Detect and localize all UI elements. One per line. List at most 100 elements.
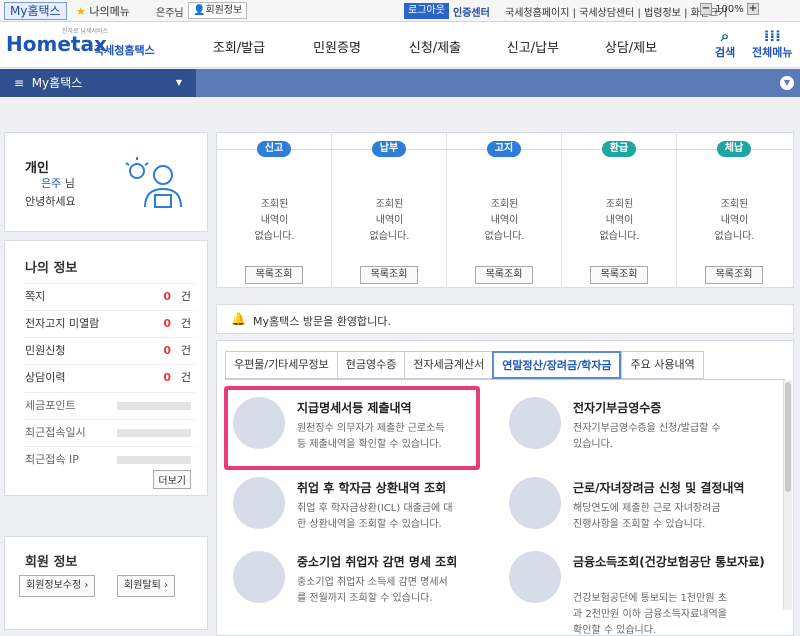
tab-year-end[interactable]: 연말정산/장려금/학자금 <box>492 351 622 379</box>
edit-member-button[interactable]: 회원정보수정 › <box>19 575 96 597</box>
user-idea-icon <box>125 157 182 208</box>
info-row-label: 쪽지 <box>25 290 46 303</box>
my-menu-link[interactable]: ★ 나의메뉴 <box>76 3 130 19</box>
list-view-button[interactable]: 목록조회 <box>245 266 303 284</box>
consult-center-link[interactable]: 국세상담센터 <box>579 8 634 19</box>
notice-bar: 🔔 My홈택스 방문을 환영합니다. <box>216 304 794 334</box>
status-badge: 신고 <box>257 141 291 157</box>
info-row-consult[interactable]: 상담이력 0 건 <box>25 364 195 390</box>
greeting-text: 안녕하세요 <box>25 195 76 208</box>
member-info-button[interactable]: 👤회원정보 <box>188 2 248 19</box>
collapse-icon[interactable]: ▼ <box>780 76 794 90</box>
status-badge: 고지 <box>487 141 521 157</box>
monitor-coin-icon <box>509 551 561 603</box>
tab-mail-misc[interactable]: 우편물/기타세무정보 <box>225 351 337 379</box>
zoom-level: 100% <box>715 4 744 15</box>
chevron-down-icon: ▼ <box>175 78 182 87</box>
info-row-civil[interactable]: 민원신청 0 건 <box>25 337 195 363</box>
nts-homepage-link[interactable]: 국세청홈페이지 <box>505 8 569 19</box>
service-item-desc: 취업 후 학자금상환(ICL) 대출금에 대 한 상환내역을 조회할 수 있습니… <box>297 503 453 530</box>
info-row-count: 0 <box>163 371 171 384</box>
status-message: 조회된 내역이 없습니다. <box>714 199 755 242</box>
status-badge: 체납 <box>717 141 751 157</box>
cert-center-link[interactable]: 인증센터 <box>453 4 490 19</box>
list-view-button[interactable]: 목록조회 <box>590 266 648 284</box>
info-row-enotice[interactable]: 전자고지 미열람 0 건 <box>25 310 195 336</box>
status-message: 조회된 내역이 없습니다. <box>254 199 295 242</box>
wallet-icon <box>509 397 561 449</box>
logo-subtitle: 국세청홈택스 <box>94 44 155 57</box>
search-button[interactable]: ⌕ 검색 <box>715 28 735 60</box>
info-row-label: 민원신청 <box>25 344 66 357</box>
all-menu-button[interactable]: ⁞⁞⁞ 전체메뉴 <box>752 28 792 60</box>
zoom-control: − 100% + <box>700 3 759 15</box>
bell-icon: 🔔 <box>231 312 246 326</box>
redacted-value <box>117 402 191 410</box>
member-info-title: 회원 정보 <box>25 555 78 570</box>
status-column-refund: 환급 조회된 내역이 없습니다. 목록조회 <box>562 133 677 289</box>
my-menu-label: 나의메뉴 <box>89 5 130 18</box>
info-row-count: 0 <box>163 317 171 330</box>
user-name: 은주님 <box>156 8 184 19</box>
status-column-arrears: 체납 조회된 내역이 없습니다. 목록조회 <box>677 133 792 289</box>
nav-inquiry-issue[interactable]: 조회/발급 <box>190 37 288 56</box>
hometax-logo[interactable]: 전자로 납세서비스 Hometax 국세청홈택스 <box>6 26 156 62</box>
tab-usage-history[interactable]: 주요 사용내역 <box>621 351 704 379</box>
service-item-desc: 전자기부금영수증을 신청/발급할 수 있습니다. <box>573 423 721 450</box>
grid-icon: ⁞⁞⁞ <box>763 27 781 45</box>
tab-cash-receipt[interactable]: 현금영수증 <box>336 351 405 379</box>
tab-e-tax-invoice[interactable]: 전자세금계산서 <box>404 351 493 379</box>
my-hometax-link[interactable]: My홈택스 <box>4 2 67 20</box>
info-row-label: 상담이력 <box>25 371 66 384</box>
my-info-title: 나의 정보 <box>25 261 78 276</box>
list-view-button[interactable]: 목록조회 <box>360 266 418 284</box>
my-info-panel: 나의 정보 쪽지 0 건 전자고지 미열람 0 건 민원신청 0 건 상담이력 … <box>4 240 208 496</box>
document-pen-icon <box>509 477 561 529</box>
redacted-value <box>117 456 191 464</box>
scrollbar-thumb[interactable] <box>785 382 791 492</box>
hamburger-icon: ≡ <box>14 76 25 90</box>
logo-text: Hometax <box>6 32 107 56</box>
user-name-text: 은주 <box>41 177 62 190</box>
main-header: 전자로 납세서비스 Hometax 국세청홈택스 조회/발급 민원증명 신청/제… <box>0 22 800 68</box>
nav-report-pay[interactable]: 신고/납부 <box>484 37 582 56</box>
info-row-label: 최근접속 IP <box>25 453 79 466</box>
star-icon: ★ <box>76 5 86 18</box>
list-view-button[interactable]: 목록조회 <box>475 266 533 284</box>
nav-civil-cert[interactable]: 민원증명 <box>288 37 386 56</box>
info-row-unit: 건 <box>180 290 191 303</box>
nav-apply-submit[interactable]: 신청/제출 <box>386 37 484 56</box>
top-links: 국세청홈페이지 | 국세상담센터 | 법령정보 | 화면크기 <box>505 4 727 19</box>
service-item-desc: 건강보험공단에 통보되는 1천만원 초 과 2천만원 이하 금융소득자료내역을 … <box>573 593 727 636</box>
list-view-button[interactable]: 목록조회 <box>705 266 763 284</box>
scrollbar[interactable] <box>783 380 792 610</box>
my-hometax-dropdown[interactable]: ≡ My홈택스 ▼ <box>0 69 196 97</box>
service-tabs-panel: 우편물/기타세무정보 현금영수증 전자세금계산서 연말정산/장려금/학자금 주요… <box>216 340 794 636</box>
info-row-message[interactable]: 쪽지 0 건 <box>25 283 195 309</box>
zoom-out-button[interactable]: − <box>700 3 712 15</box>
user-greeting-panel: 개인 은주 님 안녕하세요 <box>4 132 208 232</box>
my-hometax-title: My홈택스 <box>31 76 83 90</box>
status-panel: 신고 조회된 내역이 없습니다. 목록조회 납부 조회된 내역이 없습니다. 목… <box>216 132 794 289</box>
status-message: 조회된 내역이 없습니다. <box>369 199 410 242</box>
service-item-title: 전자기부금영수증 <box>573 401 662 415</box>
main-nav: 조회/발급 민원증명 신청/제출 신고/납부 상담/제보 <box>190 37 680 56</box>
service-item-title: 금융소득조회(건강보험공단 통보자료) <box>573 555 765 569</box>
status-message: 조회된 내역이 없습니다. <box>599 199 640 242</box>
status-column-payment: 납부 조회된 내역이 없습니다. 목록조회 <box>332 133 447 289</box>
info-row-unit: 건 <box>180 371 191 384</box>
edit-member-label: 회원정보수정 <box>26 580 82 591</box>
nav-consult-report[interactable]: 상담/제보 <box>582 37 680 56</box>
all-menu-label: 전체메뉴 <box>752 46 793 59</box>
info-row-count: 0 <box>163 344 171 357</box>
status-column-report: 신고 조회된 내역이 없습니다. 목록조회 <box>217 133 332 289</box>
withdraw-button[interactable]: 회원탈퇴 › <box>117 575 175 597</box>
status-column-notice: 고지 조회된 내역이 없습니다. 목록조회 <box>447 133 562 289</box>
service-item-title: 중소기업 취업자 감면 명세 조회 <box>297 555 458 569</box>
logout-button[interactable]: 로그아웃 <box>404 3 449 19</box>
more-button[interactable]: 더보기 <box>153 470 191 489</box>
zoom-in-button[interactable]: + <box>746 3 759 15</box>
user-name-suffix: 님 <box>64 177 75 190</box>
my-hometax-bar: ≡ My홈택스 ▼ ▼ <box>0 69 800 97</box>
law-info-link[interactable]: 법령정보 <box>644 8 681 19</box>
